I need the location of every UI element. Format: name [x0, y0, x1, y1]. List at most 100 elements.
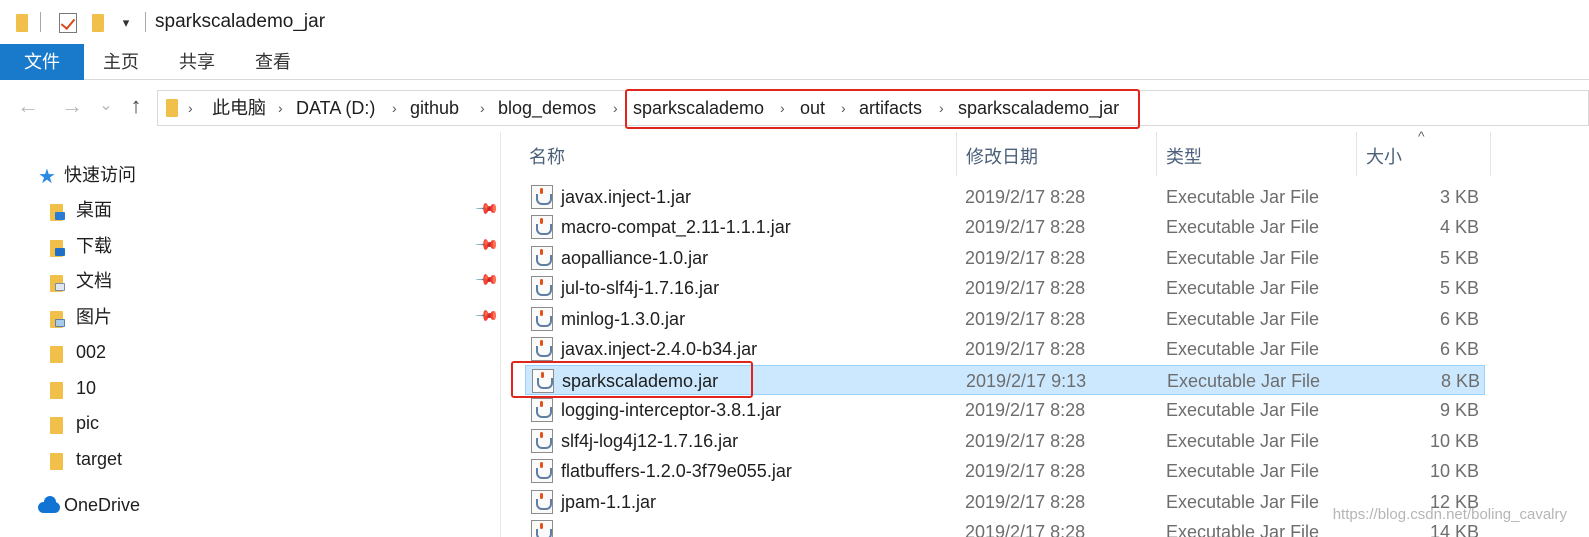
pin-icon[interactable]: 📌 [474, 196, 500, 222]
file-date: 2019/2/17 8:28 [965, 187, 1086, 207]
folder-icon[interactable] [14, 12, 30, 34]
separator [145, 12, 146, 32]
file-type: Executable Jar File [1166, 217, 1320, 237]
sidebar-item-label: 下载 [76, 236, 112, 256]
file-size: 6 KB [1439, 339, 1479, 359]
chevron-right-icon[interactable]: › [613, 91, 618, 125]
breadcrumb-artifacts[interactable]: artifacts [859, 91, 922, 125]
file-row-selected[interactable]: sparkscalademo.jar 2019/2/17 9:13 Execut… [525, 365, 1485, 395]
file-row[interactable]: flatbuffers-1.2.0-3f79e055.jar 2019/2/17… [525, 456, 1485, 486]
forward-arrow-icon[interactable]: → [60, 94, 84, 118]
column-header-type[interactable]: 类型 [1166, 138, 1202, 176]
file-type: Executable Jar File [1166, 522, 1320, 537]
sidebar-item-label: OneDrive [64, 495, 141, 515]
breadcrumb-sparkscalademo-jar[interactable]: sparkscalademo_jar [958, 91, 1119, 125]
tab-view[interactable]: 查看 [242, 44, 304, 80]
back-arrow-icon[interactable]: ← [16, 94, 40, 118]
breadcrumb-this-pc[interactable]: 此电脑 [212, 91, 266, 125]
file-date: 2019/2/17 8:28 [965, 248, 1086, 268]
documents-folder-icon [50, 275, 65, 292]
properties-icon[interactable] [57, 12, 79, 34]
java-jar-icon [531, 276, 553, 300]
up-arrow-icon[interactable]: ↑ [124, 94, 148, 118]
file-name: slf4j-log4j12-1.7.16.jar [561, 431, 739, 451]
chevron-right-icon[interactable]: › [480, 91, 485, 125]
chevron-right-icon[interactable]: › [841, 91, 846, 125]
file-size: 5 KB [1439, 248, 1479, 268]
pin-icon[interactable]: 📌 [474, 303, 500, 329]
file-type: Executable Jar File [1166, 278, 1320, 298]
chevron-right-icon[interactable]: › [392, 91, 397, 125]
column-header-size[interactable]: 大小 [1366, 138, 1402, 176]
recent-locations-chevron-icon[interactable]: ⌄ [94, 94, 118, 118]
ribbon: 文件 主页 共享 查看 [0, 44, 1589, 80]
java-jar-icon [531, 398, 553, 422]
file-row[interactable]: javax.inject-2.4.0-b34.jar 2019/2/17 8:2… [525, 334, 1485, 364]
breadcrumb-out[interactable]: out [800, 91, 825, 125]
file-size: 5 KB [1439, 278, 1479, 298]
new-folder-icon[interactable] [91, 12, 105, 34]
file-type: Executable Jar File [1166, 492, 1320, 512]
tab-file[interactable]: 文件 [0, 44, 84, 80]
folder-icon [50, 382, 63, 399]
sidebar-item-downloads[interactable]: 下载 [50, 231, 450, 261]
column-divider[interactable] [1156, 132, 1157, 176]
breadcrumb-blog-demos[interactable]: blog_demos [498, 91, 596, 125]
file-name: javax.inject-1.jar [561, 187, 692, 207]
customize-toolbar-chevron-icon[interactable]: ▾ [118, 12, 134, 34]
column-header-name[interactable]: 名称 [529, 138, 565, 176]
file-row[interactable]: slf4j-log4j12-1.7.16.jar 2019/2/17 8:28 … [525, 426, 1485, 456]
window-title: sparkscalademo_jar [155, 11, 326, 32]
java-jar-icon [531, 246, 553, 270]
chevron-right-icon[interactable]: › [278, 91, 283, 125]
breadcrumb-github[interactable]: github [410, 91, 459, 125]
tab-home[interactable]: 主页 [90, 44, 152, 80]
file-date: 2019/2/17 9:13 [966, 371, 1087, 391]
sidebar-item-documents[interactable]: 文档 [50, 266, 450, 296]
file-name: sparkscalademo.jar [562, 371, 719, 391]
tab-share[interactable]: 共享 [166, 44, 228, 80]
chevron-right-icon[interactable]: › [188, 91, 193, 125]
breadcrumb-sparkscalademo[interactable]: sparkscalademo [633, 91, 764, 125]
java-jar-icon [531, 307, 553, 331]
file-row[interactable]: jul-to-slf4j-1.7.16.jar 2019/2/17 8:28 E… [525, 273, 1485, 303]
file-type: Executable Jar File [1166, 309, 1320, 329]
file-row[interactable]: javax.inject-1.jar 2019/2/17 8:28 Execut… [525, 182, 1485, 212]
sort-ascending-icon: ^ [1418, 128, 1425, 144]
title-bar: ▾ sparkscalademo_jar [0, 0, 1589, 44]
pictures-folder-icon [50, 311, 65, 328]
file-date: 2019/2/17 8:28 [965, 461, 1086, 481]
file-name: minlog-1.3.0.jar [561, 309, 686, 329]
sidebar-item-label: pic [76, 413, 100, 433]
java-jar-icon [531, 337, 553, 361]
java-jar-icon [532, 369, 554, 393]
file-row[interactable]: logging-interceptor-3.8.1.jar 2019/2/17 … [525, 395, 1485, 425]
file-row[interactable]: minlog-1.3.0.jar 2019/2/17 8:28 Executab… [525, 304, 1485, 334]
breadcrumb-data-drive[interactable]: DATA (D:) [296, 91, 375, 125]
file-type: Executable Jar File [1166, 187, 1320, 207]
chevron-right-icon[interactable]: › [939, 91, 944, 125]
chevron-right-icon[interactable]: › [780, 91, 785, 125]
address-bar[interactable]: › 此电脑 › DATA (D:) › github › blog_demos … [157, 90, 1589, 126]
pin-icon[interactable]: 📌 [474, 267, 500, 293]
java-jar-icon [531, 520, 553, 537]
column-divider[interactable] [956, 132, 957, 176]
file-type: Executable Jar File [1166, 461, 1320, 481]
java-jar-icon [531, 429, 553, 453]
navigation-pane: ★ 快速访问 桌面 下载 文档 图片 002 10 pic target 📌 📌… [0, 132, 500, 537]
file-date: 2019/2/17 8:28 [965, 431, 1086, 451]
column-header-date[interactable]: 修改日期 [966, 138, 1038, 176]
file-name: logging-interceptor-3.8.1.jar [561, 400, 782, 420]
file-date: 2019/2/17 8:28 [965, 492, 1086, 512]
sidebar-item-desktop[interactable]: 桌面 [50, 195, 450, 225]
sidebar-item-pictures[interactable]: 图片 [50, 302, 450, 332]
file-row[interactable]: aopalliance-1.0.jar 2019/2/17 8:28 Execu… [525, 243, 1485, 273]
file-row[interactable]: macro-compat_2.11-1.1.1.jar 2019/2/17 8:… [525, 212, 1485, 242]
column-divider[interactable] [1490, 132, 1491, 176]
file-size: 10 KB [1429, 431, 1479, 451]
folder-icon [50, 417, 63, 434]
sidebar-item-label: 文档 [76, 271, 112, 291]
column-divider[interactable] [1356, 132, 1357, 176]
pin-icon[interactable]: 📌 [474, 232, 500, 258]
file-name: jpam-1.1.jar [561, 492, 657, 512]
